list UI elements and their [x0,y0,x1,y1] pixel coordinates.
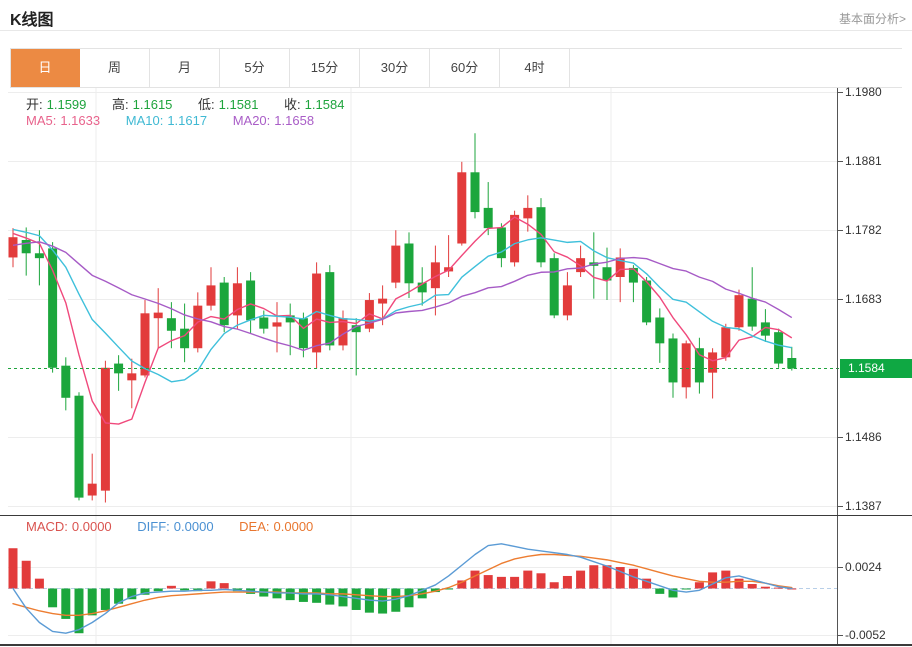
diff-value: 0.0000 [174,519,214,534]
ma5-value: 1.1633 [60,113,100,128]
tab-30min[interactable]: 30分 [360,49,430,87]
ma20-value: 1.1658 [274,113,314,128]
last-price-tag: 1.1584 [840,359,912,378]
page-title: K线图 [10,6,54,30]
low-label: 低: [198,97,215,112]
ohlc-readout: 开: 1.1599 高: 1.1615 低: 1.1581 收: 1.1584 [26,94,348,113]
high-value: 1.1615 [133,97,173,112]
macd-value: 0.0000 [72,519,112,534]
open-value: 1.1599 [47,97,87,112]
axis-label: 1.1881 [845,153,909,169]
low-value: 1.1581 [219,97,259,112]
axis-label: 1.1387 [845,498,909,514]
axis-label: 0.0024 [845,559,909,575]
tab-week[interactable]: 周 [80,49,150,87]
ma-readout: MA5: 1.1633 MA10:1.1617 MA20:1.1658 [26,113,318,128]
open-label: 开: [26,97,43,112]
interval-tabbar: 日 周 月 5分 15分 30分 60分 4时 [10,48,902,88]
tab-15min[interactable]: 15分 [290,49,360,87]
ma5-label: MA5: [26,113,56,128]
dea-label: DEA: [239,519,269,534]
ma10-label: MA10: [126,113,164,128]
close-value: 1.1584 [305,97,345,112]
fundamental-analysis-link[interactable]: 基本面分析> [839,10,906,27]
tab-60min[interactable]: 60分 [430,49,500,87]
dea-value: 0.0000 [274,519,314,534]
tab-5min[interactable]: 5分 [220,49,290,87]
axis-label: 1.1782 [845,222,909,238]
tab-4hour[interactable]: 4时 [500,49,570,87]
diff-label: DIFF: [137,519,170,534]
macd-label: MACD: [26,519,68,534]
header-divider [0,30,912,31]
macd-readout: MACD: 0.0000 DIFF: 0.0000 DEA: 0.0000 [26,519,317,534]
axis-label: 1.1486 [845,429,909,445]
axis-label: -0.0052 [845,627,909,643]
axis-label: 1.1980 [845,84,909,100]
tab-day[interactable]: 日 [10,49,80,87]
axis-label: 1.1683 [845,291,909,307]
kline-app: K线图 基本面分析> 日 周 月 5分 15分 30分 60分 4时 开: 1.1… [0,0,912,647]
high-label: 高: [112,97,129,112]
ma10-value: 1.1617 [167,113,207,128]
tab-month[interactable]: 月 [150,49,220,87]
ma20-label: MA20: [233,113,271,128]
close-label: 收: [284,97,301,112]
